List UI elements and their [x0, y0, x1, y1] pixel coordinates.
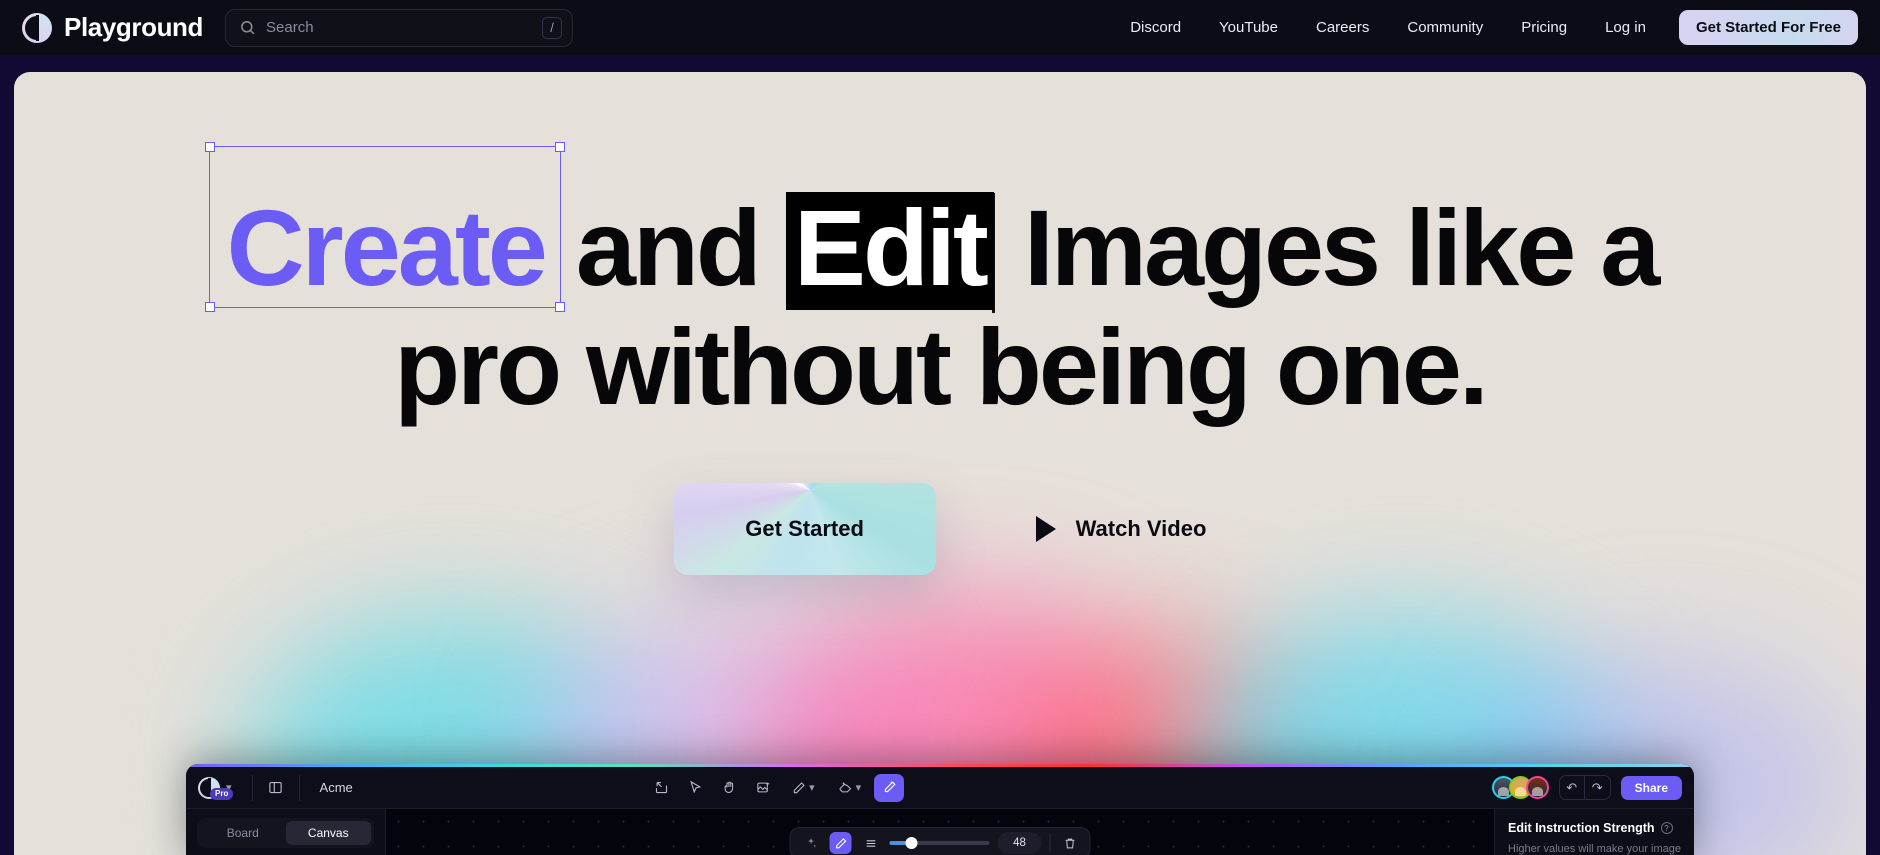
search-icon	[241, 21, 255, 35]
plan-badge: Pro	[210, 787, 234, 800]
get-started-button[interactable]: Get Started	[673, 483, 936, 575]
magic-pencil-icon[interactable]	[874, 773, 905, 802]
canvas-area[interactable]: 48	[386, 809, 1494, 855]
search-shortcut-key: /	[542, 16, 563, 39]
avatar[interactable]	[1525, 776, 1549, 799]
collaborator-avatars	[1491, 776, 1549, 799]
chevron-down-icon[interactable]: ▾	[856, 781, 862, 794]
search-input[interactable]	[266, 19, 533, 36]
divider	[298, 774, 300, 801]
cursor-select-icon[interactable]	[680, 774, 710, 802]
brush-options-bar: 48	[789, 827, 1091, 855]
app-preview: Pro ▾ Acme	[186, 764, 1694, 855]
app-actions: ↶ ↷ Share	[1491, 775, 1682, 800]
sparkles-icon[interactable]	[800, 832, 822, 854]
nav-link-login[interactable]: Log in	[1586, 19, 1665, 36]
edit-strength-desc: Higher values will make your image close…	[1508, 843, 1682, 855]
page-title: Create and Edit Images like a pro withou…	[14, 72, 1866, 421]
panel-tabs: Board Canvas	[197, 818, 374, 848]
hero-section: Create and Edit Images like a pro withou…	[14, 72, 1866, 855]
import-icon[interactable]	[646, 774, 676, 802]
history-controls: ↶ ↷	[1558, 775, 1611, 800]
trash-icon[interactable]	[1059, 832, 1081, 854]
brand-name: Playground	[64, 12, 204, 42]
nav-link-youtube[interactable]: YouTube	[1200, 19, 1297, 36]
resize-handle-tl[interactable]	[204, 142, 215, 152]
brush-size-slider[interactable]	[889, 837, 990, 849]
workspace-switcher[interactable]: Pro ▾	[198, 776, 242, 800]
stroke-size-icon[interactable]	[860, 832, 882, 854]
headline-word-create: Create	[204, 142, 565, 312]
brand[interactable]: Playground	[22, 12, 203, 43]
nav-link-pricing[interactable]: Pricing	[1502, 19, 1586, 36]
hero-cta-row: Get Started Watch Video	[14, 483, 1866, 575]
hero-band: Create and Edit Images like a pro withou…	[0, 55, 1880, 855]
nav-link-discord[interactable]: Discord	[1111, 19, 1200, 36]
chevron-down-icon[interactable]: ▾	[809, 781, 815, 794]
app-toolbar: Pro ▾ Acme	[186, 767, 1694, 809]
headline-line-2: pro without being one.	[394, 306, 1489, 427]
get-started-free-button[interactable]: Get Started For Free	[1678, 10, 1858, 45]
eraser-magic-icon[interactable]: ▾	[828, 774, 870, 802]
main-nav: Discord YouTube Careers Community Pricin…	[1111, 10, 1858, 45]
undo-icon[interactable]: ↶	[1560, 776, 1585, 799]
edit-strength-header: Edit Instruction Strength ?	[1508, 821, 1681, 835]
resize-handle-bl[interactable]	[204, 302, 215, 312]
nav-link-community[interactable]: Community	[1388, 19, 1502, 36]
headline-word-edit: Edit	[785, 192, 994, 310]
left-panel: Board Canvas Exclude From Image Describe…	[186, 809, 386, 855]
redo-icon[interactable]: ↷	[1585, 776, 1610, 799]
edit-strength-title: Edit Instruction Strength	[1508, 821, 1655, 835]
watch-video-button[interactable]: Watch Video	[1035, 516, 1207, 542]
divider	[1049, 834, 1051, 852]
pencil-brush-icon[interactable]	[829, 832, 852, 854]
help-circle-icon[interactable]: ?	[1660, 822, 1673, 834]
play-icon	[1035, 516, 1056, 542]
hand-pan-icon[interactable]	[714, 774, 744, 802]
headline-create-text: Create	[226, 187, 548, 308]
app-body: Board Canvas Exclude From Image Describe…	[186, 809, 1694, 855]
canvas-tools: ▾ ▾	[646, 773, 905, 802]
brush-size-value: 48	[997, 832, 1042, 854]
sidebar-panel-icon[interactable]	[263, 775, 289, 801]
tab-board[interactable]: Board	[200, 821, 286, 845]
workspace-name[interactable]: Acme	[320, 780, 353, 795]
headline-rest: Images like a	[1023, 187, 1660, 308]
share-button[interactable]: Share	[1620, 775, 1682, 800]
pencil-icon[interactable]: ▾	[782, 774, 824, 802]
resize-handle-tr[interactable]	[554, 142, 565, 152]
headline-word-and: and	[575, 187, 762, 308]
right-panel: Edit Instruction Strength ? Higher value…	[1494, 809, 1694, 855]
watch-video-label: Watch Video	[1075, 516, 1207, 541]
image-magic-icon[interactable]	[748, 774, 778, 802]
playground-logo-icon	[22, 12, 52, 43]
site-header: Playground / Discord YouTube Careers Com…	[0, 0, 1880, 55]
divider	[251, 774, 253, 801]
tab-canvas[interactable]: Canvas	[285, 821, 371, 845]
nav-link-careers[interactable]: Careers	[1297, 19, 1388, 36]
search-box[interactable]: /	[225, 8, 574, 47]
